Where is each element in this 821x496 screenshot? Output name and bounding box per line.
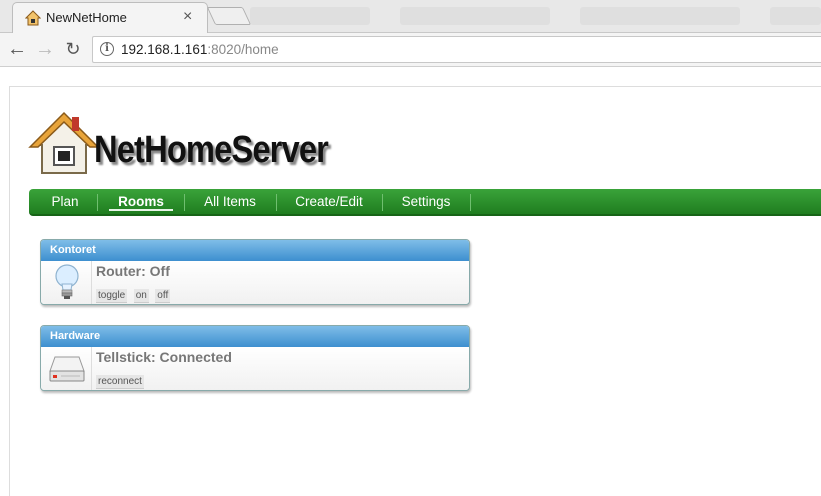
info-icon[interactable]: i — [100, 42, 114, 56]
panel-item: Tellstick: Connected reconnect — [41, 347, 469, 390]
lightbulb-icon — [55, 264, 79, 299]
item-title[interactable]: Router: Off — [96, 263, 170, 279]
reconnect-action[interactable]: reconnect — [96, 375, 144, 389]
item-icon-cell[interactable] — [41, 347, 92, 390]
new-tab-button[interactable] — [206, 7, 252, 25]
browser-tab-bar: NewNetHome × — [0, 0, 821, 33]
panel-header: Hardware — [41, 326, 469, 347]
background-tab[interactable] — [770, 7, 821, 25]
item-actions: toggle on off — [96, 285, 172, 303]
back-arrow-icon[interactable]: ← — [5, 37, 29, 61]
on-action[interactable]: on — [133, 289, 149, 303]
menu-item-plan[interactable]: Plan — [43, 189, 87, 214]
reload-icon[interactable]: ↻ — [61, 37, 85, 61]
item-icon-cell[interactable] — [41, 261, 92, 304]
menu-separator — [276, 194, 277, 211]
close-icon[interactable]: × — [183, 8, 192, 26]
menu-separator — [470, 194, 471, 211]
background-tab[interactable] — [250, 7, 370, 25]
background-tab[interactable] — [400, 7, 550, 25]
browser-tab-active[interactable]: NewNetHome × — [12, 2, 208, 33]
item-actions: reconnect — [96, 371, 146, 389]
menu-separator — [382, 194, 383, 211]
off-action[interactable]: off — [155, 289, 171, 303]
browser-toolbar: ← → ↻ i 192.168.1.161:8020/home — [0, 33, 821, 67]
browser-tab-title: NewNetHome — [46, 10, 127, 25]
menu-separator — [184, 194, 185, 211]
panel-item: Router: Off toggle on off — [41, 261, 469, 304]
menu-item-create-edit[interactable]: Create/Edit — [289, 189, 369, 214]
menu-item-settings[interactable]: Settings — [395, 189, 457, 214]
forward-arrow-icon[interactable]: → — [33, 37, 57, 61]
toggle-action[interactable]: toggle — [96, 289, 128, 303]
background-tab[interactable] — [580, 7, 740, 25]
main-menu: Plan Rooms All Items Create/Edit Setting… — [29, 189, 821, 216]
hardware-device-icon — [49, 356, 85, 382]
house-favicon-icon — [25, 10, 41, 26]
address-bar[interactable]: i 192.168.1.161:8020/home — [92, 36, 821, 63]
menu-separator — [97, 194, 98, 211]
house-logo-icon — [28, 111, 100, 174]
panel-header: Kontoret — [41, 240, 469, 261]
url-text: 192.168.1.161:8020/home — [121, 42, 279, 57]
menu-item-rooms[interactable]: Rooms — [109, 189, 173, 214]
page-content: NetHomeServer Plan Rooms All Items Creat… — [9, 86, 821, 496]
menu-item-all-items[interactable]: All Items — [197, 189, 263, 214]
room-panel-hardware: Hardware Tellstick: Connected reconnect — [40, 325, 470, 391]
room-panel-kontoret: Kontoret Router: Off toggle on off — [40, 239, 470, 305]
site-logo-text: NetHomeServer — [94, 129, 329, 171]
item-title[interactable]: Tellstick: Connected — [96, 349, 232, 365]
